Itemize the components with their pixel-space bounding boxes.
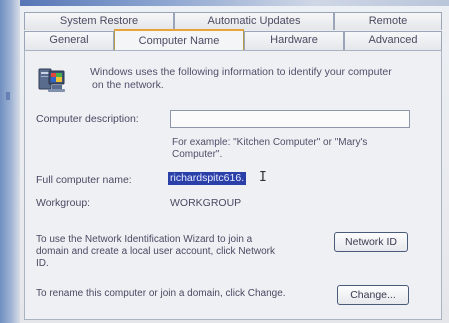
text-cursor-icon: I: [259, 170, 267, 185]
title-bar-edge: [0, 0, 449, 6]
network-id-text: To use the Network Identification Wizard…: [36, 234, 316, 270]
computer-description-label: Computer description:: [36, 113, 139, 125]
change-text: To rename this computer or join a domain…: [36, 288, 286, 299]
tab-label: System Restore: [59, 15, 139, 27]
network-id-line: ID.: [36, 258, 49, 269]
tab-label: Automatic Updates: [207, 15, 301, 27]
tab-row-front: General Computer Name Hardware Advanced: [24, 29, 442, 51]
tab-advanced[interactable]: Advanced: [344, 31, 442, 51]
background-window-edge: [0, 0, 20, 323]
example-line: Computer".: [172, 149, 223, 160]
full-computer-name-value[interactable]: richardspitc616.: [168, 172, 247, 185]
tab-label: Hardware: [270, 34, 318, 46]
network-id-line: To use the Network Identification Wizard…: [36, 234, 253, 245]
change-button[interactable]: Change...: [337, 285, 409, 305]
intro-line: Windows uses the following information t…: [90, 66, 392, 78]
tab-hardware[interactable]: Hardware: [244, 31, 344, 51]
tab-label: Remote: [368, 15, 408, 27]
tab-row-back: System Restore Automatic Updates Remote: [24, 12, 442, 30]
tab-computer-name[interactable]: Computer Name: [114, 29, 244, 51]
edge-marker: [6, 92, 10, 100]
example-line: For example: "Kitchen Computer" or "Mary…: [172, 137, 368, 148]
tab-system-restore[interactable]: System Restore: [24, 12, 174, 30]
tab-remote[interactable]: Remote: [334, 12, 442, 30]
computer-icon: [38, 68, 65, 92]
tab-general[interactable]: General: [24, 31, 114, 51]
intro-line: on the network.: [92, 79, 164, 91]
intro-text: Windows uses the following information t…: [90, 66, 430, 92]
tab-label: Computer Name: [138, 35, 220, 47]
system-properties-window: System Restore Automatic Updates Remote …: [0, 0, 449, 323]
computer-description-input[interactable]: [170, 110, 410, 128]
tab-label: Advanced: [368, 34, 418, 46]
workgroup-label: Workgroup:: [36, 197, 91, 209]
network-id-button[interactable]: Network ID: [334, 232, 408, 252]
tab-label: General: [49, 34, 89, 46]
network-id-line: domain and create a local user account, …: [36, 246, 276, 257]
full-computer-name-label: Full computer name:: [36, 174, 132, 186]
tab-automatic-updates[interactable]: Automatic Updates: [174, 12, 334, 30]
workgroup-value: WORKGROUP: [170, 197, 242, 209]
description-example: For example: "Kitchen Computer" or "Mary…: [172, 137, 412, 161]
